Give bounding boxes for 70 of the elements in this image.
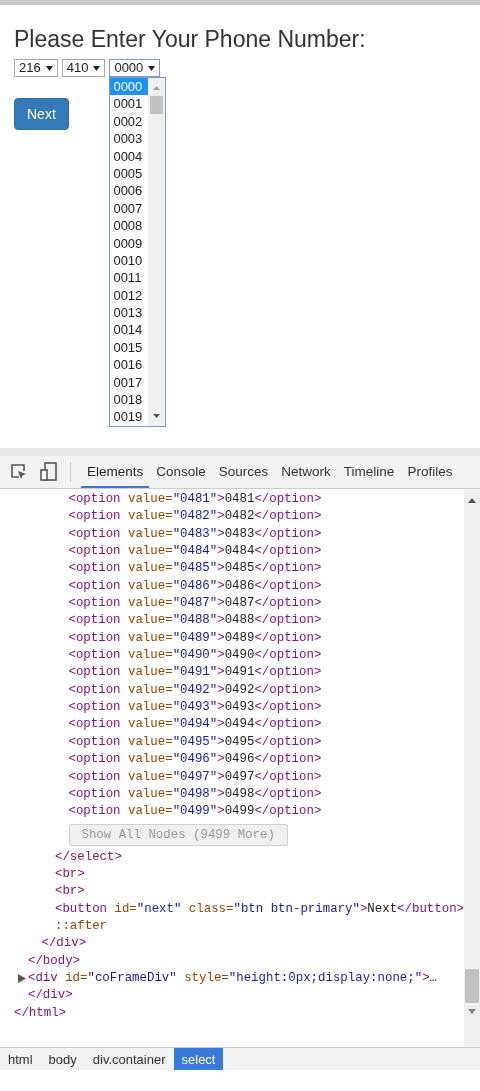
dropdown-option[interactable]: 0003 bbox=[110, 130, 149, 148]
devtools-tab[interactable]: Network bbox=[275, 456, 337, 488]
code-line[interactable]: </select> bbox=[55, 848, 464, 866]
code-line[interactable]: <option value="0481">0481</option> bbox=[68, 491, 464, 509]
code-line[interactable]: <option value="0493">0493</option> bbox=[68, 699, 464, 717]
code-line[interactable]: <option value="0496">0496</option> bbox=[68, 751, 464, 769]
dropdown-option[interactable]: 0019 bbox=[110, 408, 149, 426]
code-line[interactable]: <button id="next" class="btn btn-primary">Next</button> bbox=[55, 900, 464, 918]
code-line[interactable]: <option value="0485">0485</option> bbox=[68, 560, 464, 578]
code-line[interactable]: <option value="0492">0492</option> bbox=[68, 681, 464, 700]
dropdown-option[interactable]: 0004 bbox=[110, 147, 149, 165]
dropdown-option[interactable]: 0014 bbox=[110, 321, 149, 339]
code-line[interactable]: </body> bbox=[28, 952, 464, 970]
dropdown-option[interactable]: 0012 bbox=[110, 286, 149, 305]
code-line[interactable]: <br> bbox=[55, 883, 464, 901]
caret-icon bbox=[93, 65, 101, 71]
scrollbar[interactable] bbox=[148, 78, 166, 426]
code-line[interactable]: <option value="0498">0498</option> bbox=[68, 785, 464, 804]
dropdown-option[interactable]: 0018 bbox=[110, 391, 149, 409]
code-line[interactable]: <option value="0489">0489</option> bbox=[68, 629, 464, 648]
devtools-tab[interactable]: Elements bbox=[81, 456, 150, 488]
code-line[interactable]: <option value="0495">0495</option> bbox=[68, 733, 464, 752]
code-line[interactable]: <option value="0499">0499</option> bbox=[68, 803, 464, 821]
code-line[interactable]: <option value="0488">0488</option> bbox=[68, 612, 464, 630]
code-line[interactable]: <option value="0482">0482</option> bbox=[68, 508, 464, 526]
code-line[interactable]: <option value="0487">0487</option> bbox=[68, 595, 464, 613]
select-dropdown[interactable]: 0000 bbox=[109, 59, 161, 77]
devtools-tab[interactable]: Profiles bbox=[401, 456, 459, 488]
dropdown-option[interactable]: 0015 bbox=[110, 338, 149, 357]
caret-icon bbox=[45, 65, 53, 71]
code-line[interactable]: <option value="0497">0497</option> bbox=[68, 768, 464, 786]
device-icon[interactable] bbox=[40, 462, 58, 482]
dropdown-option[interactable]: 0001 bbox=[110, 95, 149, 113]
inspect-icon[interactable] bbox=[10, 463, 28, 481]
code-line[interactable]: <option value="0486">0486</option> bbox=[68, 577, 464, 596]
dropdown-option[interactable]: 0017 bbox=[110, 373, 149, 392]
devtools-tab[interactable]: Sources bbox=[212, 456, 275, 488]
code-line[interactable]: <div id="coFrameDiv" style="height:0px;display:none;">… </div> bbox=[28, 969, 464, 1005]
next-button[interactable]: Next bbox=[14, 98, 69, 130]
dropdown-option[interactable]: 0002 bbox=[110, 112, 149, 131]
dropdown-option[interactable]: 0005 bbox=[110, 164, 149, 183]
code-line[interactable]: <br> bbox=[55, 865, 464, 884]
dropdown-option[interactable]: 0013 bbox=[110, 304, 149, 322]
breadcrumb-item[interactable]: div.container bbox=[84, 1048, 174, 1070]
code-line[interactable]: <option value="0490">0490</option> bbox=[68, 647, 464, 665]
code-line[interactable]: <option value="0484">0484</option> bbox=[68, 543, 464, 561]
breadcrumb-item[interactable]: select bbox=[173, 1048, 224, 1070]
select-dropdown[interactable]: 216 bbox=[14, 59, 58, 77]
code-line[interactable]: <option value="0491">0491</option> bbox=[68, 664, 464, 682]
code-line[interactable]: <option value="0494">0494</option> bbox=[68, 716, 464, 734]
collapsed-triangle-icon[interactable] bbox=[18, 973, 26, 983]
breadcrumb-item[interactable]: body bbox=[40, 1048, 85, 1070]
caret-icon bbox=[148, 65, 156, 71]
page-title: Please Enter Your Phone Number: bbox=[14, 25, 367, 53]
devtools-tab[interactable]: Timeline bbox=[337, 456, 401, 488]
code-line[interactable]: </html> bbox=[14, 1004, 464, 1022]
scrollbar[interactable] bbox=[464, 489, 480, 1047]
dropdown-option[interactable]: 0006 bbox=[110, 182, 149, 200]
code-line[interactable]: ::after bbox=[55, 917, 464, 936]
devtools-tab[interactable]: Console bbox=[150, 456, 212, 488]
breadcrumb-item[interactable]: html bbox=[0, 1048, 41, 1070]
code-line[interactable]: <option value="0483">0483</option> bbox=[68, 525, 464, 544]
dropdown-option[interactable]: 0016 bbox=[110, 356, 149, 374]
dropdown-option[interactable]: 0009 bbox=[110, 234, 149, 252]
dropdown-option[interactable]: 0011 bbox=[110, 269, 149, 287]
code-line[interactable]: </div> bbox=[41, 935, 464, 953]
dropdown-option[interactable]: 0008 bbox=[110, 217, 149, 235]
dropdown-option[interactable]: 0007 bbox=[110, 199, 149, 218]
dropdown-option[interactable]: 0010 bbox=[110, 251, 149, 270]
select-dropdown[interactable]: 410 bbox=[61, 59, 106, 77]
